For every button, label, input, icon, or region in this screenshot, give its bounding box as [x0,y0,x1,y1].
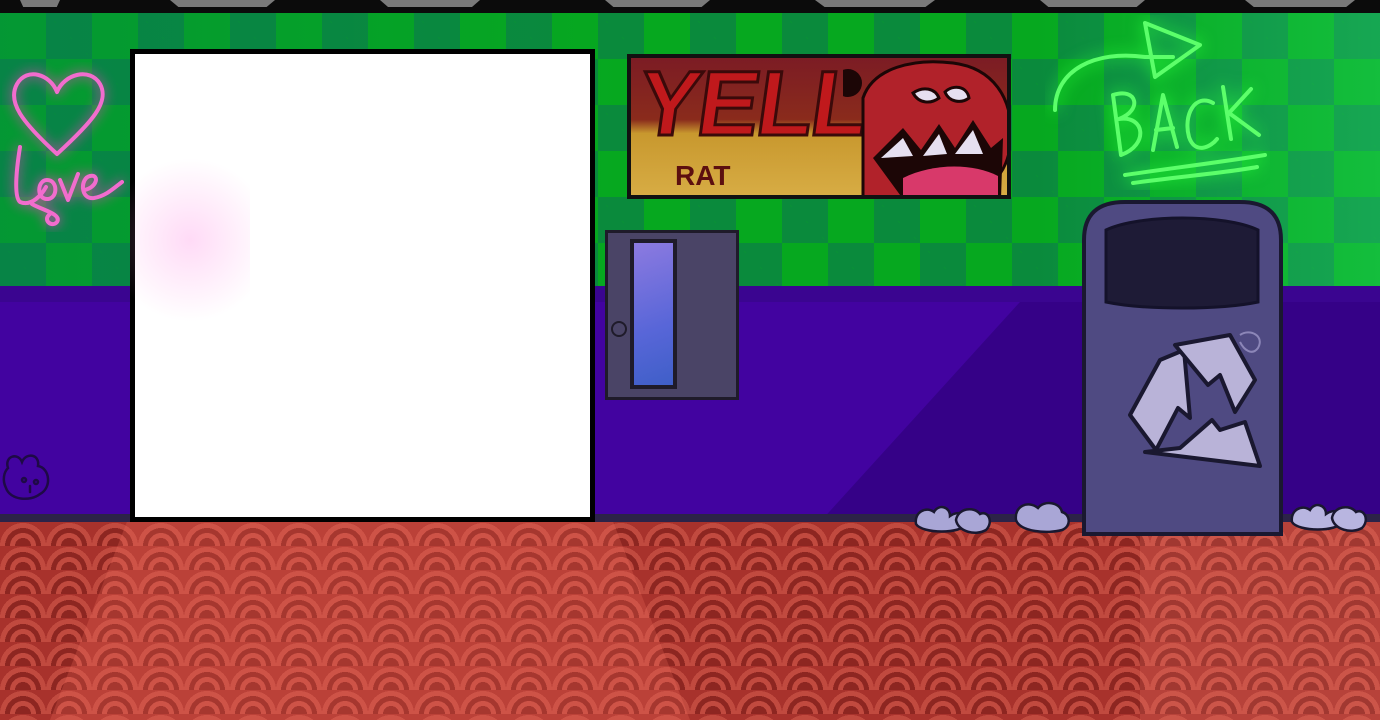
floor-light-spill [50,522,690,720]
poster-subtitle: RAT [675,160,731,191]
poster-title: YELL [631,54,875,157]
door-knob[interactable] [611,321,627,337]
monster-face-icon [843,60,1007,195]
trash-pile[interactable] [1288,498,1370,536]
game-scene: YELL RAT [0,0,1380,720]
ceiling [0,0,1380,13]
ceiling-light [815,0,935,7]
yell-rat-poster: YELL RAT [627,54,1011,199]
ceiling-light [20,0,60,7]
love-neon-sign [11,72,124,227]
ceiling-light [170,0,275,7]
door-window [630,239,677,389]
ceiling-light [605,0,710,7]
trash-pile[interactable] [912,500,994,538]
heart-icon [11,72,105,156]
display-panel [130,49,595,522]
hallway-door[interactable] [605,230,739,400]
bear-graffiti-icon [2,454,50,501]
floor-light-spill [1140,522,1380,720]
back-neon-button[interactable] [1045,15,1270,190]
recycle-bin[interactable] [1080,200,1285,536]
ceiling-light [1245,0,1355,7]
trash-pile[interactable] [1012,498,1072,534]
ceiling-light [380,0,480,7]
ceiling-light [1040,0,1145,7]
